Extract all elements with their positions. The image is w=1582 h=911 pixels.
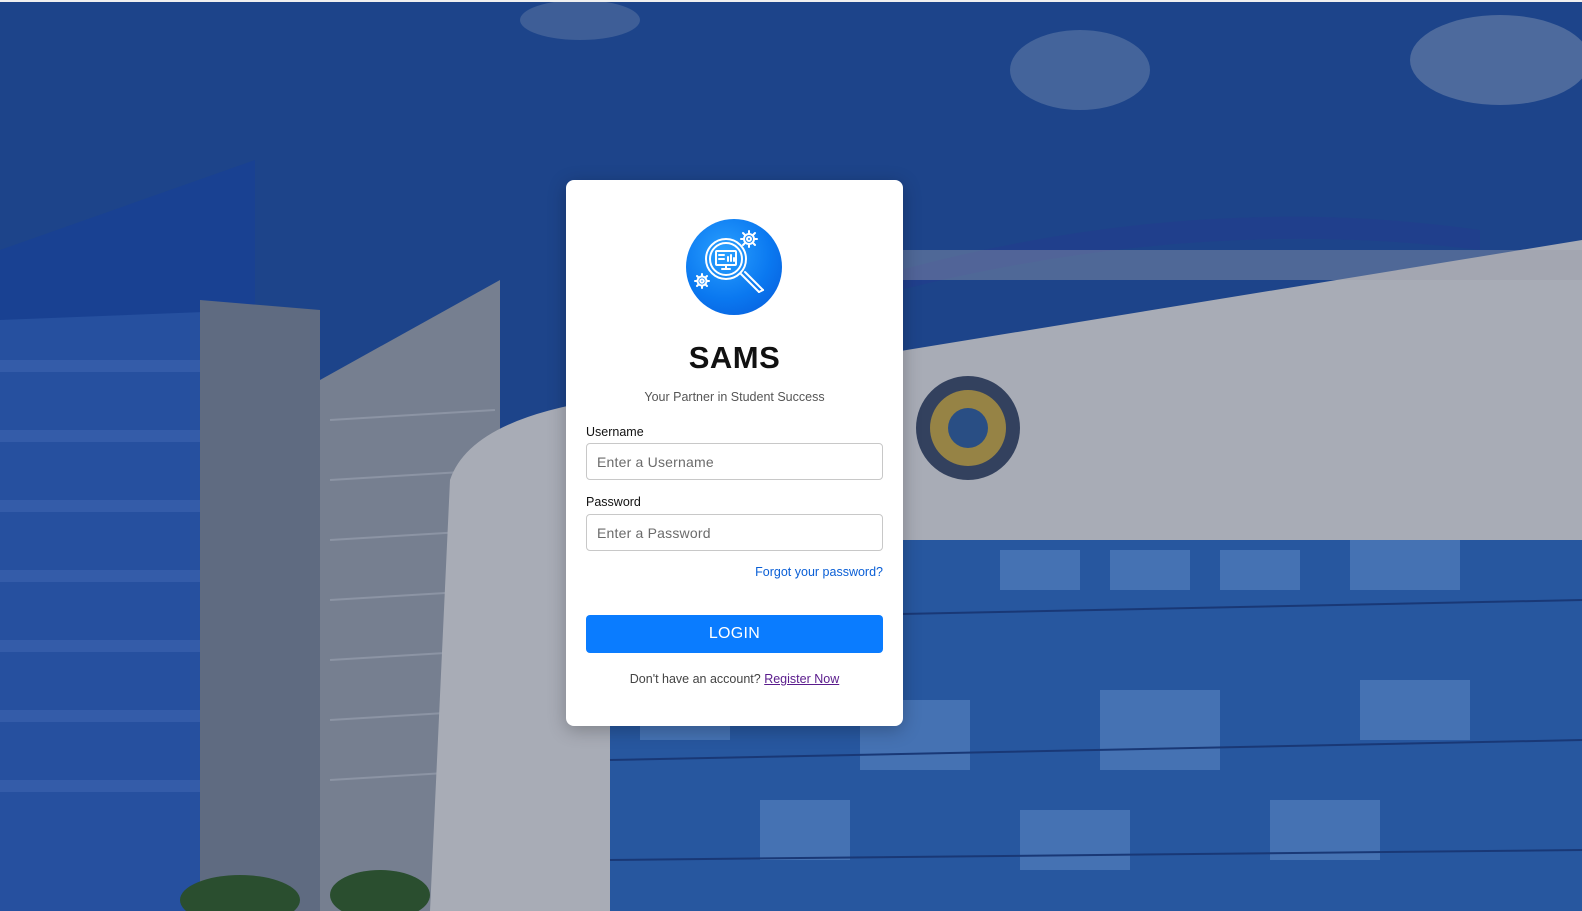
app-tagline: Your Partner in Student Success bbox=[644, 390, 825, 404]
username-input[interactable] bbox=[586, 443, 883, 480]
username-label: Username bbox=[586, 425, 644, 439]
forgot-password-link[interactable]: Forgot your password? bbox=[755, 565, 883, 579]
password-label: Password bbox=[586, 495, 641, 509]
no-account-text: Don't have an account? bbox=[629, 672, 761, 686]
password-input[interactable] bbox=[586, 514, 883, 551]
register-prompt: Don't have an account? Register Now bbox=[566, 672, 903, 686]
login-card: SAMS Your Partner in Student Success Use… bbox=[566, 180, 903, 726]
top-border bbox=[0, 0, 1582, 2]
app-title: SAMS bbox=[688, 340, 781, 375]
analytics-magnifier-icon bbox=[686, 219, 782, 315]
register-now-link[interactable]: Register Now bbox=[764, 672, 839, 686]
login-button[interactable]: LOGIN bbox=[586, 615, 883, 653]
